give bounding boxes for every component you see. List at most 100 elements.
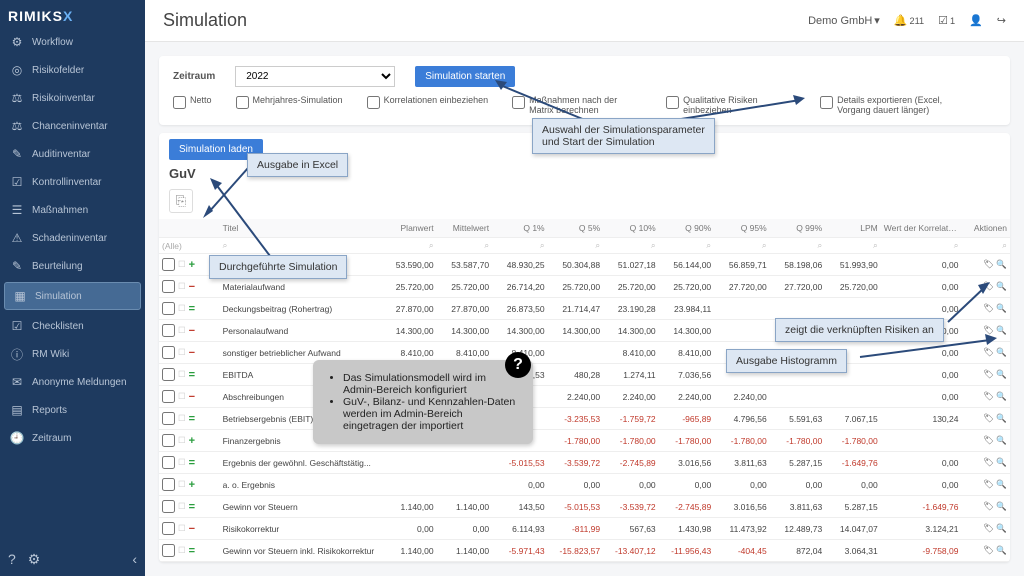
magnify-icon[interactable]: 🔍: [996, 457, 1007, 468]
table-header[interactable]: Q 5%: [548, 219, 604, 238]
tag-icon[interactable]: 🏷: [983, 413, 994, 424]
magnify-icon[interactable]: 🔍: [996, 435, 1007, 446]
sidebar-item-risikofelder[interactable]: ◎Risikofelder: [0, 56, 145, 84]
checkbox[interactable]: [820, 96, 833, 109]
tag-icon[interactable]: 🏷: [983, 369, 994, 380]
sidebar-item-anonyme[interactable]: ✉Anonyme Meldungen: [0, 368, 145, 396]
magnify-icon[interactable]: 🔍: [996, 413, 1007, 424]
row-check[interactable]: [162, 434, 175, 447]
company-selector[interactable]: Demo GmbH ▾: [808, 14, 880, 27]
user-icon[interactable]: 👤: [969, 14, 983, 27]
tag-icon[interactable]: 🏷: [983, 501, 994, 512]
row-check[interactable]: [162, 258, 175, 271]
search-icon[interactable]: ⌕: [817, 240, 822, 250]
row-check[interactable]: [162, 324, 175, 337]
search-icon[interactable]: ⌕: [1002, 240, 1007, 250]
checkbox[interactable]: [173, 96, 186, 109]
row-check[interactable]: [162, 500, 175, 513]
sidebar-item-simulation[interactable]: ▦Simulation: [4, 282, 141, 310]
sidebar-item-checklisten[interactable]: ☑Checklisten: [0, 312, 145, 340]
row-check[interactable]: [162, 280, 175, 293]
checkbox[interactable]: [236, 96, 249, 109]
search-icon[interactable]: ⌕: [540, 240, 545, 250]
row-check[interactable]: [162, 456, 175, 469]
bell-icon[interactable]: 🔔211: [894, 14, 924, 27]
sidebar-item-kontrollinventar[interactable]: ☑Kontrollinventar: [0, 168, 145, 196]
row-check[interactable]: [162, 390, 175, 403]
tag-icon[interactable]: 🏷: [983, 391, 994, 402]
sidebar-item-schadeninventar[interactable]: ⚠Schadeninventar: [0, 224, 145, 252]
row-check[interactable]: [162, 346, 175, 359]
check-5[interactable]: Details exportieren (Excel, Vorgang daue…: [820, 95, 950, 115]
tag-icon[interactable]: 🏷: [983, 435, 994, 446]
table-header[interactable]: Wert der Korrelationsformel: [881, 219, 962, 238]
logout-icon[interactable]: ↪: [997, 14, 1006, 27]
search-icon[interactable]: ⌕: [873, 240, 878, 250]
sidebar-item-workflow[interactable]: ⚙Workflow: [0, 28, 145, 56]
period-select[interactable]: 2022: [235, 66, 395, 87]
row-check[interactable]: [162, 522, 175, 535]
check-2[interactable]: Korrelationen einbeziehen: [367, 95, 489, 115]
search-icon[interactable]: ⌕: [484, 240, 489, 250]
table-header[interactable]: Q 90%: [659, 219, 715, 238]
cell: 25.720,00: [659, 276, 715, 298]
search-icon[interactable]: ⌕: [429, 240, 434, 250]
table-header[interactable]: Q 95%: [714, 219, 770, 238]
sidebar-item-chanceninventar[interactable]: ⚖Chanceninventar: [0, 112, 145, 140]
magnify-icon[interactable]: 🔍: [996, 369, 1007, 380]
sidebar-item-auditinventar[interactable]: ✎Auditinventar: [0, 140, 145, 168]
row-check[interactable]: [162, 412, 175, 425]
tag-icon[interactable]: 🏷: [983, 259, 994, 270]
help-icon[interactable]: ?: [8, 551, 16, 568]
sidebar-item-zeitraum[interactable]: 🕘Zeitraum: [0, 424, 145, 452]
sidebar-item-beurteilung[interactable]: ✎Beurteilung: [0, 252, 145, 280]
checkbox-icon[interactable]: ☑1: [938, 14, 955, 27]
tag-icon[interactable]: 🏷: [983, 479, 994, 490]
magnify-icon[interactable]: 🔍: [996, 281, 1007, 292]
export-excel-icon[interactable]: ⎘: [169, 189, 193, 213]
magnify-icon[interactable]: 🔍: [996, 501, 1007, 512]
row-check[interactable]: [162, 302, 175, 315]
magnify-icon[interactable]: 🔍: [996, 303, 1007, 314]
sidebar-item-reports[interactable]: ▤Reports: [0, 396, 145, 424]
tag-icon[interactable]: 🏷: [983, 523, 994, 534]
check-1[interactable]: Mehrjahres-Simulation: [236, 95, 343, 115]
table-header[interactable]: Q 1%: [492, 219, 548, 238]
tag-icon[interactable]: 🏷: [983, 545, 994, 556]
table-header[interactable]: Planwert: [381, 219, 437, 238]
magnify-icon[interactable]: 🔍: [996, 545, 1007, 556]
magnify-icon[interactable]: 🔍: [996, 259, 1007, 270]
checkbox[interactable]: [367, 96, 380, 109]
table-header[interactable]: Q 99%: [770, 219, 826, 238]
search-icon[interactable]: ⌕: [595, 240, 600, 250]
search-icon[interactable]: ⌕: [706, 240, 711, 250]
table-header[interactable]: Aktionen: [961, 219, 1010, 238]
collapse-icon[interactable]: ‹: [132, 551, 137, 568]
search-icon[interactable]: ⌕: [762, 240, 767, 250]
gear-icon[interactable]: ⚙: [28, 551, 41, 568]
plus-icon: +: [189, 259, 195, 271]
sidebar-item-massnahmen[interactable]: ☰Maßnahmen: [0, 196, 145, 224]
magnify-icon[interactable]: 🔍: [996, 523, 1007, 534]
cell: 0,00: [881, 474, 962, 496]
sidebar-item-risikoinventar[interactable]: ⚖Risikoinventar: [0, 84, 145, 112]
row-check[interactable]: [162, 478, 175, 491]
cell: 14.300,00: [492, 320, 548, 342]
search-icon[interactable]: ⌕: [954, 240, 959, 250]
cell: -1.780,00: [548, 430, 604, 452]
row-check[interactable]: [162, 368, 175, 381]
sidebar-item-rmwiki[interactable]: ⓘRM Wiki: [0, 340, 145, 368]
table-header[interactable]: Mittelwert: [437, 219, 493, 238]
magnify-icon[interactable]: 🔍: [996, 391, 1007, 402]
table-header[interactable]: Q 10%: [603, 219, 659, 238]
question-mark-icon: ?: [505, 352, 531, 378]
check-0[interactable]: Netto: [173, 95, 212, 115]
cell: [714, 298, 770, 320]
tag-icon[interactable]: 🏷: [983, 457, 994, 468]
cell: 1.140,00: [381, 540, 437, 562]
search-icon[interactable]: ⌕: [651, 240, 656, 250]
table-header[interactable]: LPM: [825, 219, 881, 238]
row-check[interactable]: [162, 544, 175, 557]
cell: 14.300,00: [381, 320, 437, 342]
magnify-icon[interactable]: 🔍: [996, 479, 1007, 490]
